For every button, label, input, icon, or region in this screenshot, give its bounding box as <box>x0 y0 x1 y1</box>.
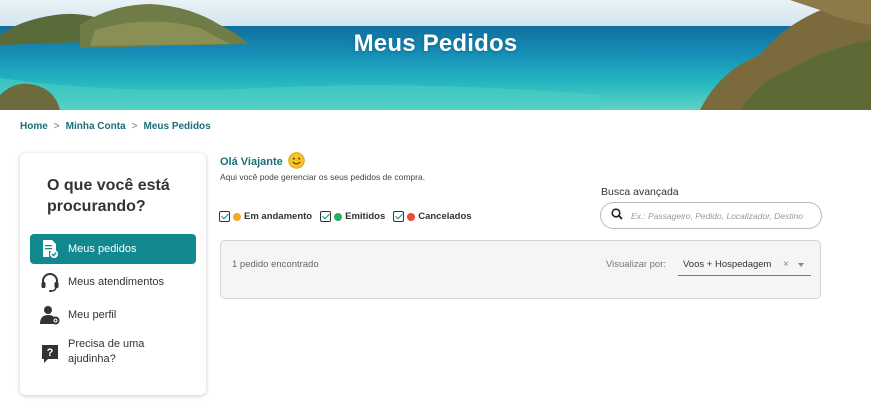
status-dot-orange <box>233 212 241 221</box>
results-panel: 1 pedido encontrado Visualizar por: Voos… <box>220 240 821 299</box>
sidebar-item-meus-atendimentos[interactable]: Meus atendimentos <box>30 269 196 295</box>
status-dot-green <box>334 212 343 221</box>
view-by-value: Voos + Hospedagem <box>683 259 772 270</box>
breadcrumb-meus-pedidos[interactable]: Meus Pedidos <box>143 121 210 132</box>
breadcrumb-separator: > <box>53 121 60 132</box>
sidebar-item-label: Meus pedidos <box>68 243 137 255</box>
search-input[interactable] <box>631 210 809 221</box>
breadcrumb-separator: > <box>131 121 138 132</box>
user-gear-icon <box>39 304 61 326</box>
greeting-subtitle: Aqui você pode gerenciar os seus pedidos… <box>220 172 426 182</box>
status-dot-red <box>407 212 416 221</box>
filter-emitidos[interactable]: Emitidos <box>320 211 385 222</box>
breadcrumb-home[interactable]: Home <box>20 121 48 132</box>
chevron-down-icon[interactable] <box>798 263 804 267</box>
results-count: 1 pedido encontrado <box>232 259 319 270</box>
sidebar: O que você está procurando? Meus pedidos <box>20 153 206 395</box>
document-check-icon <box>39 238 61 260</box>
filter-label: Em andamento <box>244 211 313 222</box>
sidebar-title: O que você está procurando? <box>47 177 170 215</box>
sidebar-item-meus-pedidos[interactable]: Meus pedidos <box>30 234 196 264</box>
checkbox[interactable] <box>393 211 405 222</box>
clear-selection-icon[interactable]: × <box>783 259 789 270</box>
filter-label: Cancelados <box>418 211 472 222</box>
svg-text:?: ? <box>47 347 54 359</box>
filter-em-andamento[interactable]: Em andamento <box>219 211 312 222</box>
page-title: Meus Pedidos <box>353 30 518 57</box>
smile-emoji-icon <box>288 152 305 172</box>
sidebar-item-label: Precisa de uma ajudinha? <box>68 338 145 365</box>
hero-banner: Meus Pedidos <box>0 0 871 110</box>
search-icon <box>611 207 623 225</box>
sidebar-item-ajuda[interactable]: ? Precisa de uma ajudinha? <box>30 337 196 373</box>
sidebar-item-label: Meu perfil <box>68 309 117 321</box>
advanced-search-label: Busca avançada <box>601 186 679 198</box>
breadcrumb: Home > Minha Conta > Meus Pedidos <box>20 121 211 132</box>
question-chat-icon: ? <box>39 343 61 365</box>
greeting-title: Olá Viajante <box>220 156 283 168</box>
sidebar-item-label: Meus atendimentos <box>68 276 164 288</box>
view-by-select[interactable]: Voos + Hospedagem × <box>678 254 811 276</box>
sidebar-item-meu-perfil[interactable]: Meu perfil <box>30 302 196 328</box>
view-by-label: Visualizar por: <box>606 259 667 270</box>
filter-label: Emitidos <box>345 211 386 222</box>
checkbox[interactable] <box>320 211 332 222</box>
headset-icon <box>39 271 61 293</box>
breadcrumb-minha-conta[interactable]: Minha Conta <box>66 121 126 132</box>
greeting: Olá Viajante <box>220 152 305 172</box>
advanced-search-box <box>600 202 822 229</box>
status-filters: Em andamento Emitidos Cancelados <box>219 211 480 222</box>
filter-cancelados[interactable]: Cancelados <box>393 211 472 222</box>
checkbox[interactable] <box>219 211 230 222</box>
